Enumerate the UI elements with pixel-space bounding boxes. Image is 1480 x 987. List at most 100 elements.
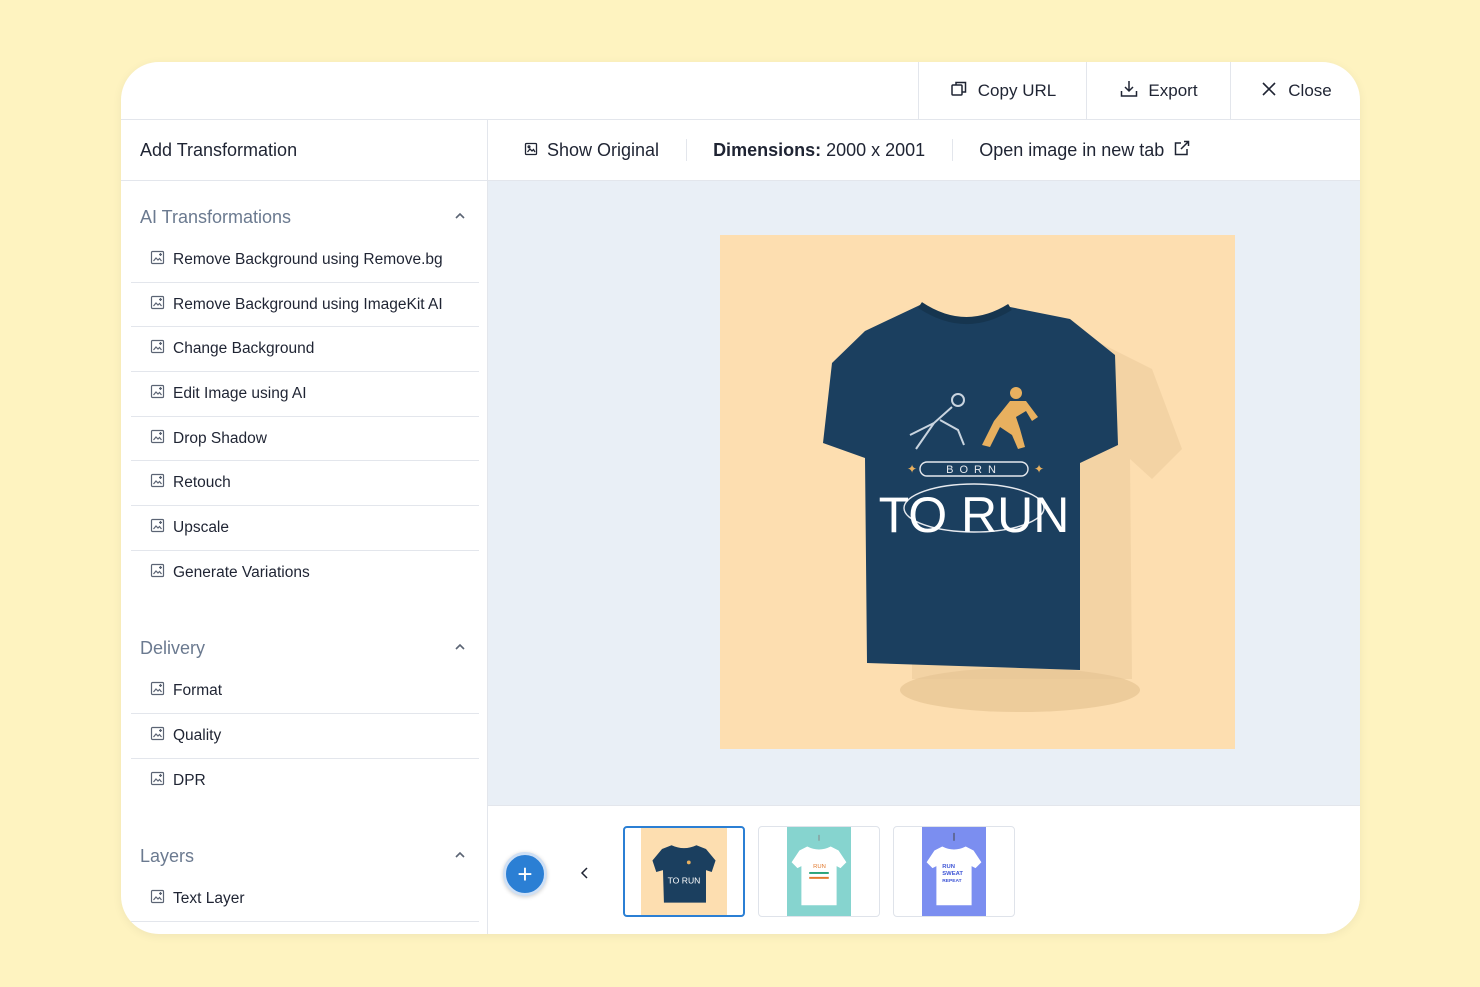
thumbnail-image: RUN SWEAT REPEAT <box>922 827 986 916</box>
section-ai-transformations: AI Transformations Remove Background usin… <box>121 181 487 620</box>
svg-text:TO RUN: TO RUN <box>668 875 701 885</box>
transformation-item[interactable]: Remove Background using ImageKit AI <box>131 283 479 328</box>
svg-text:✦: ✦ <box>907 462 917 476</box>
section-title: Layers <box>140 846 195 867</box>
transformation-item[interactable]: Edit Image using AI <box>131 372 479 417</box>
section-layers: Layers Text Layer Image Layer <box>121 828 487 934</box>
transformation-item-label: Text Layer <box>173 890 245 908</box>
section-header[interactable]: Layers <box>121 842 487 872</box>
dimensions-value: 2000 x 2001 <box>826 139 926 160</box>
image-edit-icon <box>150 518 165 538</box>
image-edit-icon <box>150 681 165 701</box>
external-link-icon <box>1173 139 1191 162</box>
top-actions: Copy URL Export Close <box>918 62 1360 120</box>
close-icon <box>1259 79 1279 104</box>
transformation-sidebar: Add Transformation AI Transformations Rem… <box>121 120 488 934</box>
transformation-item-label: Drop Shadow <box>173 429 267 447</box>
export-label: Export <box>1148 81 1198 100</box>
tshirt-image: BORN ✦ ✦ TO RUN <box>720 235 1235 749</box>
svg-text:✦: ✦ <box>1034 462 1044 476</box>
image-icon <box>524 140 538 161</box>
thumbnail-image: RUN <box>787 827 851 916</box>
copy-url-button[interactable]: Copy URL <box>918 62 1086 120</box>
image-edit-icon <box>150 339 165 359</box>
section-items: Format Quality DPR <box>131 670 479 804</box>
transformation-item-label: Remove Background using ImageKit AI <box>173 295 443 313</box>
image-edit-icon <box>150 889 165 909</box>
image-edit-icon <box>150 295 165 315</box>
svg-text:SWEAT: SWEAT <box>942 871 963 877</box>
section-items: Text Layer Image Layer <box>131 878 479 934</box>
chevron-up-icon[interactable] <box>453 207 467 228</box>
transformation-item[interactable]: Remove Background using Remove.bg <box>131 238 479 283</box>
svg-text:REPEAT: REPEAT <box>942 878 961 884</box>
image-canvas: BORN ✦ ✦ TO RUN <box>488 181 1360 805</box>
thumbnail-image: TO RUN <box>641 828 727 915</box>
chevron-up-icon[interactable] <box>453 638 467 659</box>
shirt-text-top: BORN <box>946 464 1002 476</box>
section-items: Remove Background using Remove.bg Remove … <box>131 238 479 596</box>
image-edit-icon <box>150 473 165 493</box>
transformation-item-label: Remove Background using Remove.bg <box>173 250 443 268</box>
section-title: AI Transformations <box>140 206 292 227</box>
transformation-item[interactable]: Format <box>131 670 479 715</box>
transformation-item[interactable]: Generate Variations <box>131 551 479 596</box>
image-info-bar: Show Original Dimensions: 2000 x 2001 Op… <box>488 120 1360 181</box>
chevron-left-icon <box>580 867 588 879</box>
editor-window: Copy URL Export Close Add Transformation… <box>121 62 1360 934</box>
show-original-label: Show Original <box>547 139 660 160</box>
transformation-item[interactable]: Drop Shadow <box>131 417 479 462</box>
section-header[interactable]: Delivery <box>121 634 487 664</box>
svg-text:RUN: RUN <box>942 864 955 870</box>
transformation-item-label: Quality <box>173 727 222 745</box>
previous-button[interactable] <box>577 865 593 881</box>
add-image-button[interactable]: + <box>503 852 547 896</box>
transformation-item-label: Edit Image using AI <box>173 384 307 402</box>
dimensions-info: Dimensions: 2000 x 2001 <box>687 140 952 161</box>
image-edit-icon <box>150 771 165 791</box>
thumbnail-3[interactable]: RUN SWEAT REPEAT <box>893 826 1015 917</box>
transformation-item-label: Format <box>173 682 223 700</box>
thumbnail-strip: + TO RUN RUN RUN SWEAT REPEAT <box>488 805 1360 934</box>
thumbnail-1[interactable]: TO RUN <box>623 826 745 917</box>
transformation-item[interactable]: Text Layer <box>131 878 479 923</box>
svg-text:RUN: RUN <box>813 864 826 870</box>
image-edit-icon <box>150 563 165 583</box>
close-label: Close <box>1288 81 1332 100</box>
transformation-item[interactable]: Quality <box>131 714 479 759</box>
plus-icon: + <box>517 859 533 889</box>
image-edit-icon <box>150 726 165 746</box>
transformation-item-label: Change Background <box>173 340 315 358</box>
copy-url-label: Copy URL <box>977 81 1057 100</box>
transformation-item-label: DPR <box>173 772 206 790</box>
export-button[interactable]: Export <box>1086 62 1230 120</box>
transformation-item[interactable]: Change Background <box>131 327 479 373</box>
top-bar: Copy URL Export Close <box>121 62 1360 120</box>
image-edit-icon <box>150 384 165 404</box>
open-new-tab-label: Open image in new tab <box>979 139 1165 160</box>
transformation-item[interactable]: Upscale <box>131 506 479 551</box>
download-icon <box>1119 79 1139 104</box>
open-new-tab-link[interactable]: Open image in new tab <box>953 139 1191 162</box>
image-preview: BORN ✦ ✦ TO RUN <box>720 235 1235 749</box>
dimensions-label: Dimensions: <box>713 139 822 160</box>
image-edit-icon <box>150 250 165 270</box>
transformation-item[interactable]: Retouch <box>131 461 479 507</box>
section-delivery: Delivery Format Quality DPR <box>121 620 487 828</box>
main-area: Show Original Dimensions: 2000 x 2001 Op… <box>488 120 1360 934</box>
copy-icon <box>949 79 969 104</box>
sidebar-title: Add Transformation <box>121 120 487 181</box>
section-header[interactable]: AI Transformations <box>121 202 487 232</box>
close-button[interactable]: Close <box>1230 62 1360 120</box>
transformation-item[interactable]: DPR <box>131 759 479 804</box>
transformation-item-label: Upscale <box>173 518 229 536</box>
transformation-item-label: Generate Variations <box>173 564 310 582</box>
section-title: Delivery <box>140 638 206 658</box>
shirt-text-main: TO RUN <box>879 487 1070 543</box>
transformation-item-label: Retouch <box>173 474 231 492</box>
transformation-item[interactable]: Image Layer <box>131 922 479 934</box>
chevron-up-icon[interactable] <box>453 846 467 867</box>
show-original-button[interactable]: Show Original <box>488 140 686 161</box>
image-edit-icon <box>150 429 165 449</box>
thumbnail-2[interactable]: RUN <box>758 826 880 917</box>
